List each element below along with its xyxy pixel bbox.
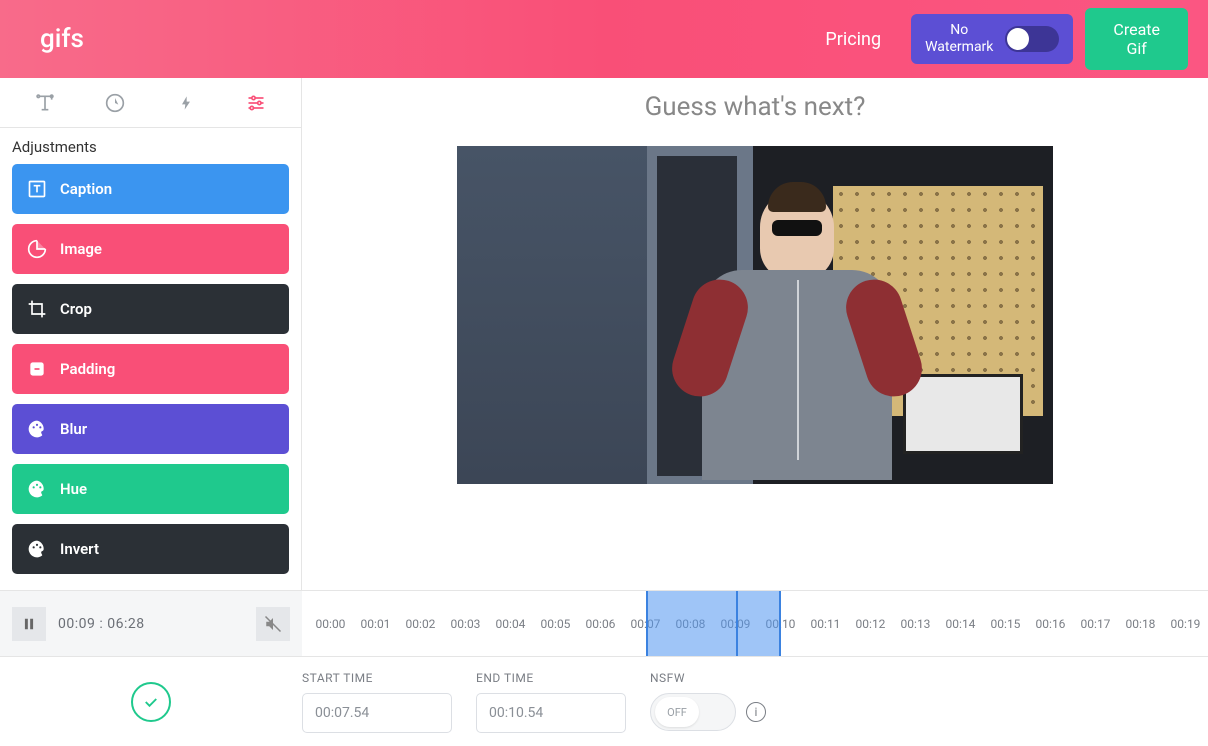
video-preview[interactable] [457,146,1053,484]
nsfw-toggle[interactable]: OFF [650,693,736,731]
timeline-tick[interactable]: 00:19 [1163,617,1208,631]
adjustment-hue[interactable]: Hue [12,464,289,514]
watermark-toggle[interactable]: No Watermark [911,14,1073,64]
timeline-playhead[interactable] [736,591,738,656]
section-title: Adjustments [12,138,289,156]
timeline-tick[interactable]: 00:02 [398,617,443,631]
timeline-tick[interactable]: 00:15 [983,617,1028,631]
timeline-selection[interactable] [646,591,781,656]
mute-button[interactable] [256,607,290,641]
timeline-tick[interactable]: 00:04 [488,617,533,631]
toggle-switch[interactable] [1005,26,1059,52]
preview-title: Guess what's next? [645,92,866,122]
adjustment-label: Padding [60,360,115,378]
end-time-input[interactable] [476,693,626,733]
timeline-tick[interactable]: 00:06 [578,617,623,631]
end-time-label: END TIME [476,671,626,685]
palette-icon [26,478,48,500]
nsfw-field: NSFW OFF i [650,671,766,731]
crop-icon [26,298,48,320]
adjustment-caption[interactable]: Caption [12,164,289,214]
adjustment-label: Crop [60,300,92,318]
time-display: 00:09 : 06:28 [58,616,145,632]
adjustment-invert[interactable]: Invert [12,524,289,574]
adjustment-label: Image [60,240,102,258]
timeline-tick[interactable]: 00:18 [1118,617,1163,631]
start-time-input[interactable] [302,693,452,733]
timeline-tick[interactable]: 00:03 [443,617,488,631]
adjustment-label: Hue [60,480,87,498]
adjustments-list[interactable]: Adjustments Caption Image Crop [0,128,301,590]
adjustment-label: Invert [60,540,99,558]
palette-icon [26,538,48,560]
nsfw-label: NSFW [650,671,766,685]
toggle-knob [1007,28,1029,50]
palette-icon [26,418,48,440]
timeline[interactable]: 00:0000:0100:0200:0300:0400:0500:0600:07… [302,591,1208,656]
caption-icon [26,178,48,200]
app-header: gifs Pricing No Watermark Create Gif [0,0,1208,78]
pricing-link[interactable]: Pricing [825,29,881,50]
start-time-label: START TIME [302,671,452,685]
status-column [0,657,302,746]
adjustment-crop[interactable]: Crop [12,284,289,334]
timeline-tick[interactable]: 00:00 [308,617,353,631]
timeline-tick[interactable]: 00:05 [533,617,578,631]
watermark-label: No Watermark [925,22,993,56]
text-tab-icon[interactable] [34,92,56,114]
preview-area: Guess what's next? [302,78,1208,590]
play-controls: 00:09 : 06:28 [0,591,302,656]
logo[interactable]: gifs [40,24,84,54]
adjustments-tab-icon[interactable] [245,92,267,114]
adjustment-blur[interactable]: Blur [12,404,289,454]
form-row: START TIME END TIME NSFW OFF i [302,657,1208,746]
image-icon [26,238,48,260]
timeline-tick[interactable]: 00:14 [938,617,983,631]
adjustment-padding[interactable]: Padding [12,344,289,394]
sidebar-tabs [0,78,301,128]
end-time-field: END TIME [476,671,626,733]
adjustment-label: Caption [60,180,112,198]
info-icon[interactable]: i [746,702,766,722]
nsfw-value: OFF [655,697,699,727]
timeline-tick[interactable]: 00:01 [353,617,398,631]
padding-icon [26,358,48,380]
timeline-tick[interactable]: 00:16 [1028,617,1073,631]
create-gif-button[interactable]: Create Gif [1085,8,1188,70]
timeline-tick[interactable]: 00:13 [893,617,938,631]
timeline-tick[interactable]: 00:12 [848,617,893,631]
adjustment-image[interactable]: Image [12,224,289,274]
adjustment-label: Blur [60,420,87,438]
timer-tab-icon[interactable] [104,92,126,114]
status-ok-icon [131,682,171,722]
timeline-tick[interactable]: 00:17 [1073,617,1118,631]
start-time-field: START TIME [302,671,452,733]
effects-tab-icon[interactable] [175,92,197,114]
sidebar: Adjustments Caption Image Crop [0,78,302,590]
pause-button[interactable] [12,607,46,641]
timeline-tick[interactable]: 00:11 [803,617,848,631]
